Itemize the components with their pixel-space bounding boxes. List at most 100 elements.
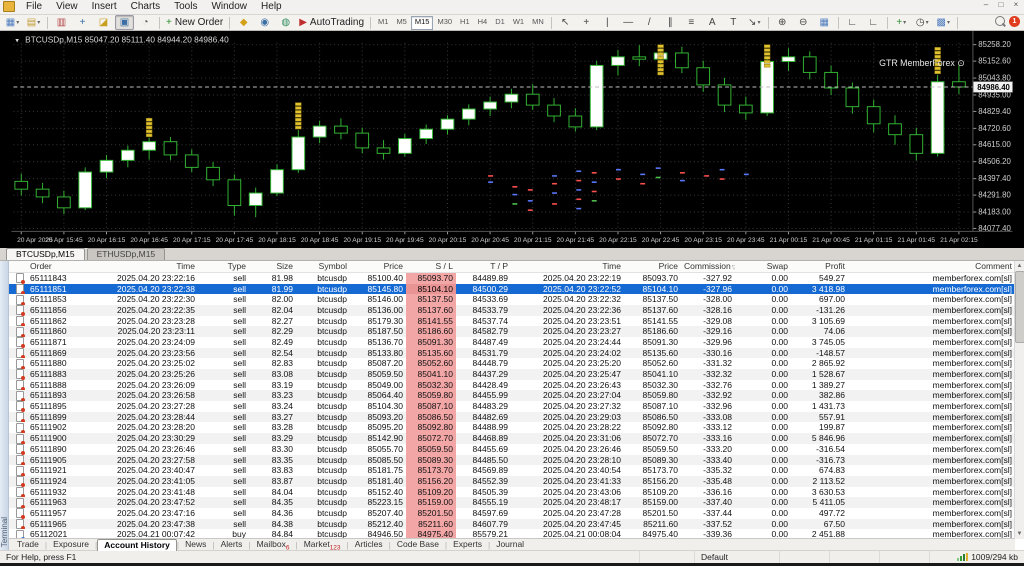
strategy-tester-icon[interactable]: ◔ xyxy=(136,15,155,30)
table-row[interactable]: 651119572025.04.20 23:47:16sell84.36btcu… xyxy=(9,508,1015,519)
vertical-scrollbar[interactable]: ▲ ▼ xyxy=(1014,261,1024,539)
menu-file[interactable]: File xyxy=(19,1,49,12)
column-header-id[interactable]: Order xyxy=(27,261,106,272)
column-header-icon[interactable] xyxy=(9,261,27,272)
chart-tab-ethusdp[interactable]: ETHUSDp,M15 xyxy=(87,248,166,260)
column-header-profit[interactable]: Profit xyxy=(791,261,848,272)
column-header-close_price[interactable]: Price xyxy=(624,261,681,272)
cursor-icon[interactable]: ↖ xyxy=(556,15,575,30)
timeframe-h1[interactable]: H1 xyxy=(456,16,474,30)
column-header-commission[interactable]: Commission▽ xyxy=(681,261,735,272)
tab-market[interactable]: Market123 xyxy=(298,539,347,550)
table-row[interactable]: 651119212025.04.20 23:40:47sell83.83btcu… xyxy=(9,465,1015,476)
menu-insert[interactable]: Insert xyxy=(85,1,124,12)
menu-charts[interactable]: Charts xyxy=(124,1,167,12)
timeframe-m15[interactable]: M15 xyxy=(411,16,434,30)
timeframe-h4[interactable]: H4 xyxy=(474,16,492,30)
close-button[interactable]: × xyxy=(1010,0,1022,9)
search-icon[interactable] xyxy=(995,16,1005,26)
chart-window-a-icon[interactable]: ∟ xyxy=(843,15,862,30)
menu-window[interactable]: Window xyxy=(204,1,254,12)
autotrading-button[interactable]: ▶AutoTrading xyxy=(297,15,366,30)
zoom-in-icon[interactable]: ⊕ xyxy=(773,15,792,30)
table-row[interactable]: 651118692025.04.20 23:23:56sell82.54btcu… xyxy=(9,348,1015,359)
table-row[interactable]: 651118532025.04.20 23:22:30sell82.00btcu… xyxy=(9,294,1015,305)
arrow-objects-icon[interactable]: ↘▾ xyxy=(745,15,764,30)
mql5-web-icon[interactable]: ◍ xyxy=(276,15,295,30)
text-label-icon[interactable]: T xyxy=(724,15,743,30)
tab-journal[interactable]: Journal xyxy=(490,539,530,550)
tab-exposure[interactable]: Exposure xyxy=(47,539,95,550)
menu-help[interactable]: Help xyxy=(254,1,289,12)
scroll-down-icon[interactable]: ▼ xyxy=(1017,529,1023,539)
equidistant-channel-icon[interactable]: ∥ xyxy=(661,15,680,30)
table-row[interactable]: 651119052025.04.20 23:27:58sell83.35btcu… xyxy=(9,455,1015,466)
column-header-close_time[interactable]: Time xyxy=(511,261,624,272)
table-row[interactable]: 651118432025.04.20 23:22:16sell81.98btcu… xyxy=(9,273,1015,284)
price-chart[interactable]: 85258.2085152.6085043.8084935.0084829.40… xyxy=(0,31,1024,248)
timeframe-d1[interactable]: D1 xyxy=(491,16,509,30)
timeframe-w1[interactable]: W1 xyxy=(509,16,528,30)
tab-alerts[interactable]: Alerts xyxy=(215,539,249,550)
table-row[interactable]: 651118882025.04.20 23:26:09sell83.19btcu… xyxy=(9,380,1015,391)
tab-news[interactable]: News xyxy=(179,539,212,550)
table-row[interactable]: 651118622025.04.20 23:23:28sell82.27btcu… xyxy=(9,316,1015,327)
column-header-open_price[interactable]: Price xyxy=(350,261,406,272)
column-header-tp[interactable]: T / P xyxy=(456,261,511,272)
table-row[interactable]: 651118602025.04.20 23:23:11sell82.29btcu… xyxy=(9,326,1015,337)
tile-windows-icon[interactable]: ▦ xyxy=(815,15,834,30)
menu-tools[interactable]: Tools xyxy=(167,1,204,12)
column-header-sl[interactable]: S / L xyxy=(406,261,456,272)
table-row[interactable]: 651118832025.04.20 23:25:26sell83.08btcu… xyxy=(9,369,1015,380)
community-icon[interactable]: ◉ xyxy=(255,15,274,30)
tab-account-history[interactable]: Account History xyxy=(97,539,177,551)
table-row[interactable]: 651118712025.04.20 23:24:09sell82.49btcu… xyxy=(9,337,1015,348)
column-header-size[interactable]: Size xyxy=(249,261,296,272)
table-row[interactable]: 651119322025.04.20 23:41:48sell84.04btcu… xyxy=(9,487,1015,498)
trendline-icon[interactable]: / xyxy=(640,15,659,30)
navigator-icon[interactable]: ◪ xyxy=(94,15,113,30)
crosshair-icon[interactable]: + xyxy=(577,15,596,30)
table-row[interactable]: 651119632025.04.20 23:47:52sell84.35btcu… xyxy=(9,497,1015,508)
market-watch-icon[interactable]: ▥ xyxy=(52,15,71,30)
metaeditor-icon[interactable]: ◆ xyxy=(234,15,253,30)
column-header-open_time[interactable]: Time xyxy=(106,261,198,272)
toolbox-icon[interactable]: ▣ xyxy=(115,15,134,30)
status-profile[interactable]: Default xyxy=(695,551,780,563)
table-row[interactable]: 651118932025.04.20 23:26:58sell83.23btcu… xyxy=(9,390,1015,401)
menu-view[interactable]: View xyxy=(49,1,85,12)
column-header-symbol[interactable]: Symbol xyxy=(296,261,350,272)
table-row[interactable]: 651118512025.04.20 23:22:38sell81.99btcu… xyxy=(9,284,1015,295)
vertical-line-icon[interactable]: | xyxy=(598,15,617,30)
timeframe-mn[interactable]: MN xyxy=(528,16,548,30)
column-header-swap[interactable]: Swap xyxy=(735,261,791,272)
tab-articles[interactable]: Articles xyxy=(349,539,389,550)
tab-code-base[interactable]: Code Base xyxy=(391,539,445,550)
timeframe-m1[interactable]: M1 xyxy=(374,16,392,30)
scroll-up-icon[interactable]: ▲ xyxy=(1017,261,1023,271)
chart-window-b-icon[interactable]: ∟ xyxy=(864,15,883,30)
new-chart-icon[interactable]: ▦▾ xyxy=(3,15,22,30)
table-row[interactable]: 651119022025.04.20 23:28:20sell83.28btcu… xyxy=(9,422,1015,433)
minimize-button[interactable]: – xyxy=(980,0,992,9)
table-row[interactable]: 651118802025.04.20 23:25:02sell82.83btcu… xyxy=(9,358,1015,369)
chart-tab-btcusdp[interactable]: BTCUSDp,M15 xyxy=(6,248,85,260)
scrollbar-thumb[interactable] xyxy=(1015,271,1024,343)
tab-trade[interactable]: Trade xyxy=(11,539,45,550)
table-row[interactable]: 651118952025.04.20 23:27:28sell83.24btcu… xyxy=(9,401,1015,412)
table-row[interactable]: 651120212025.04.21 00:07:42buy84.84btcus… xyxy=(9,529,1015,538)
restore-button[interactable]: □ xyxy=(995,0,1007,9)
tab-experts[interactable]: Experts xyxy=(447,539,488,550)
column-header-type[interactable]: Type xyxy=(198,261,249,272)
table-row[interactable]: 651119652025.04.20 23:47:38sell84.38btcu… xyxy=(9,519,1015,530)
text-icon[interactable]: A xyxy=(703,15,722,30)
new-order-button[interactable]: +New Order xyxy=(164,15,225,30)
add-indicator-icon[interactable]: +▾ xyxy=(892,15,911,30)
notification-badge[interactable]: 1 xyxy=(1009,16,1020,27)
period-menu-icon[interactable]: ◷▾ xyxy=(913,15,932,30)
profiles-icon[interactable]: ▤▾ xyxy=(24,15,43,30)
table-row[interactable]: 651119002025.04.20 23:30:29sell83.29btcu… xyxy=(9,433,1015,444)
table-row[interactable]: 651118562025.04.20 23:22:35sell82.04btcu… xyxy=(9,305,1015,316)
timeframe-m30[interactable]: M30 xyxy=(433,16,456,30)
template-menu-icon[interactable]: ▩▾ xyxy=(934,15,953,30)
